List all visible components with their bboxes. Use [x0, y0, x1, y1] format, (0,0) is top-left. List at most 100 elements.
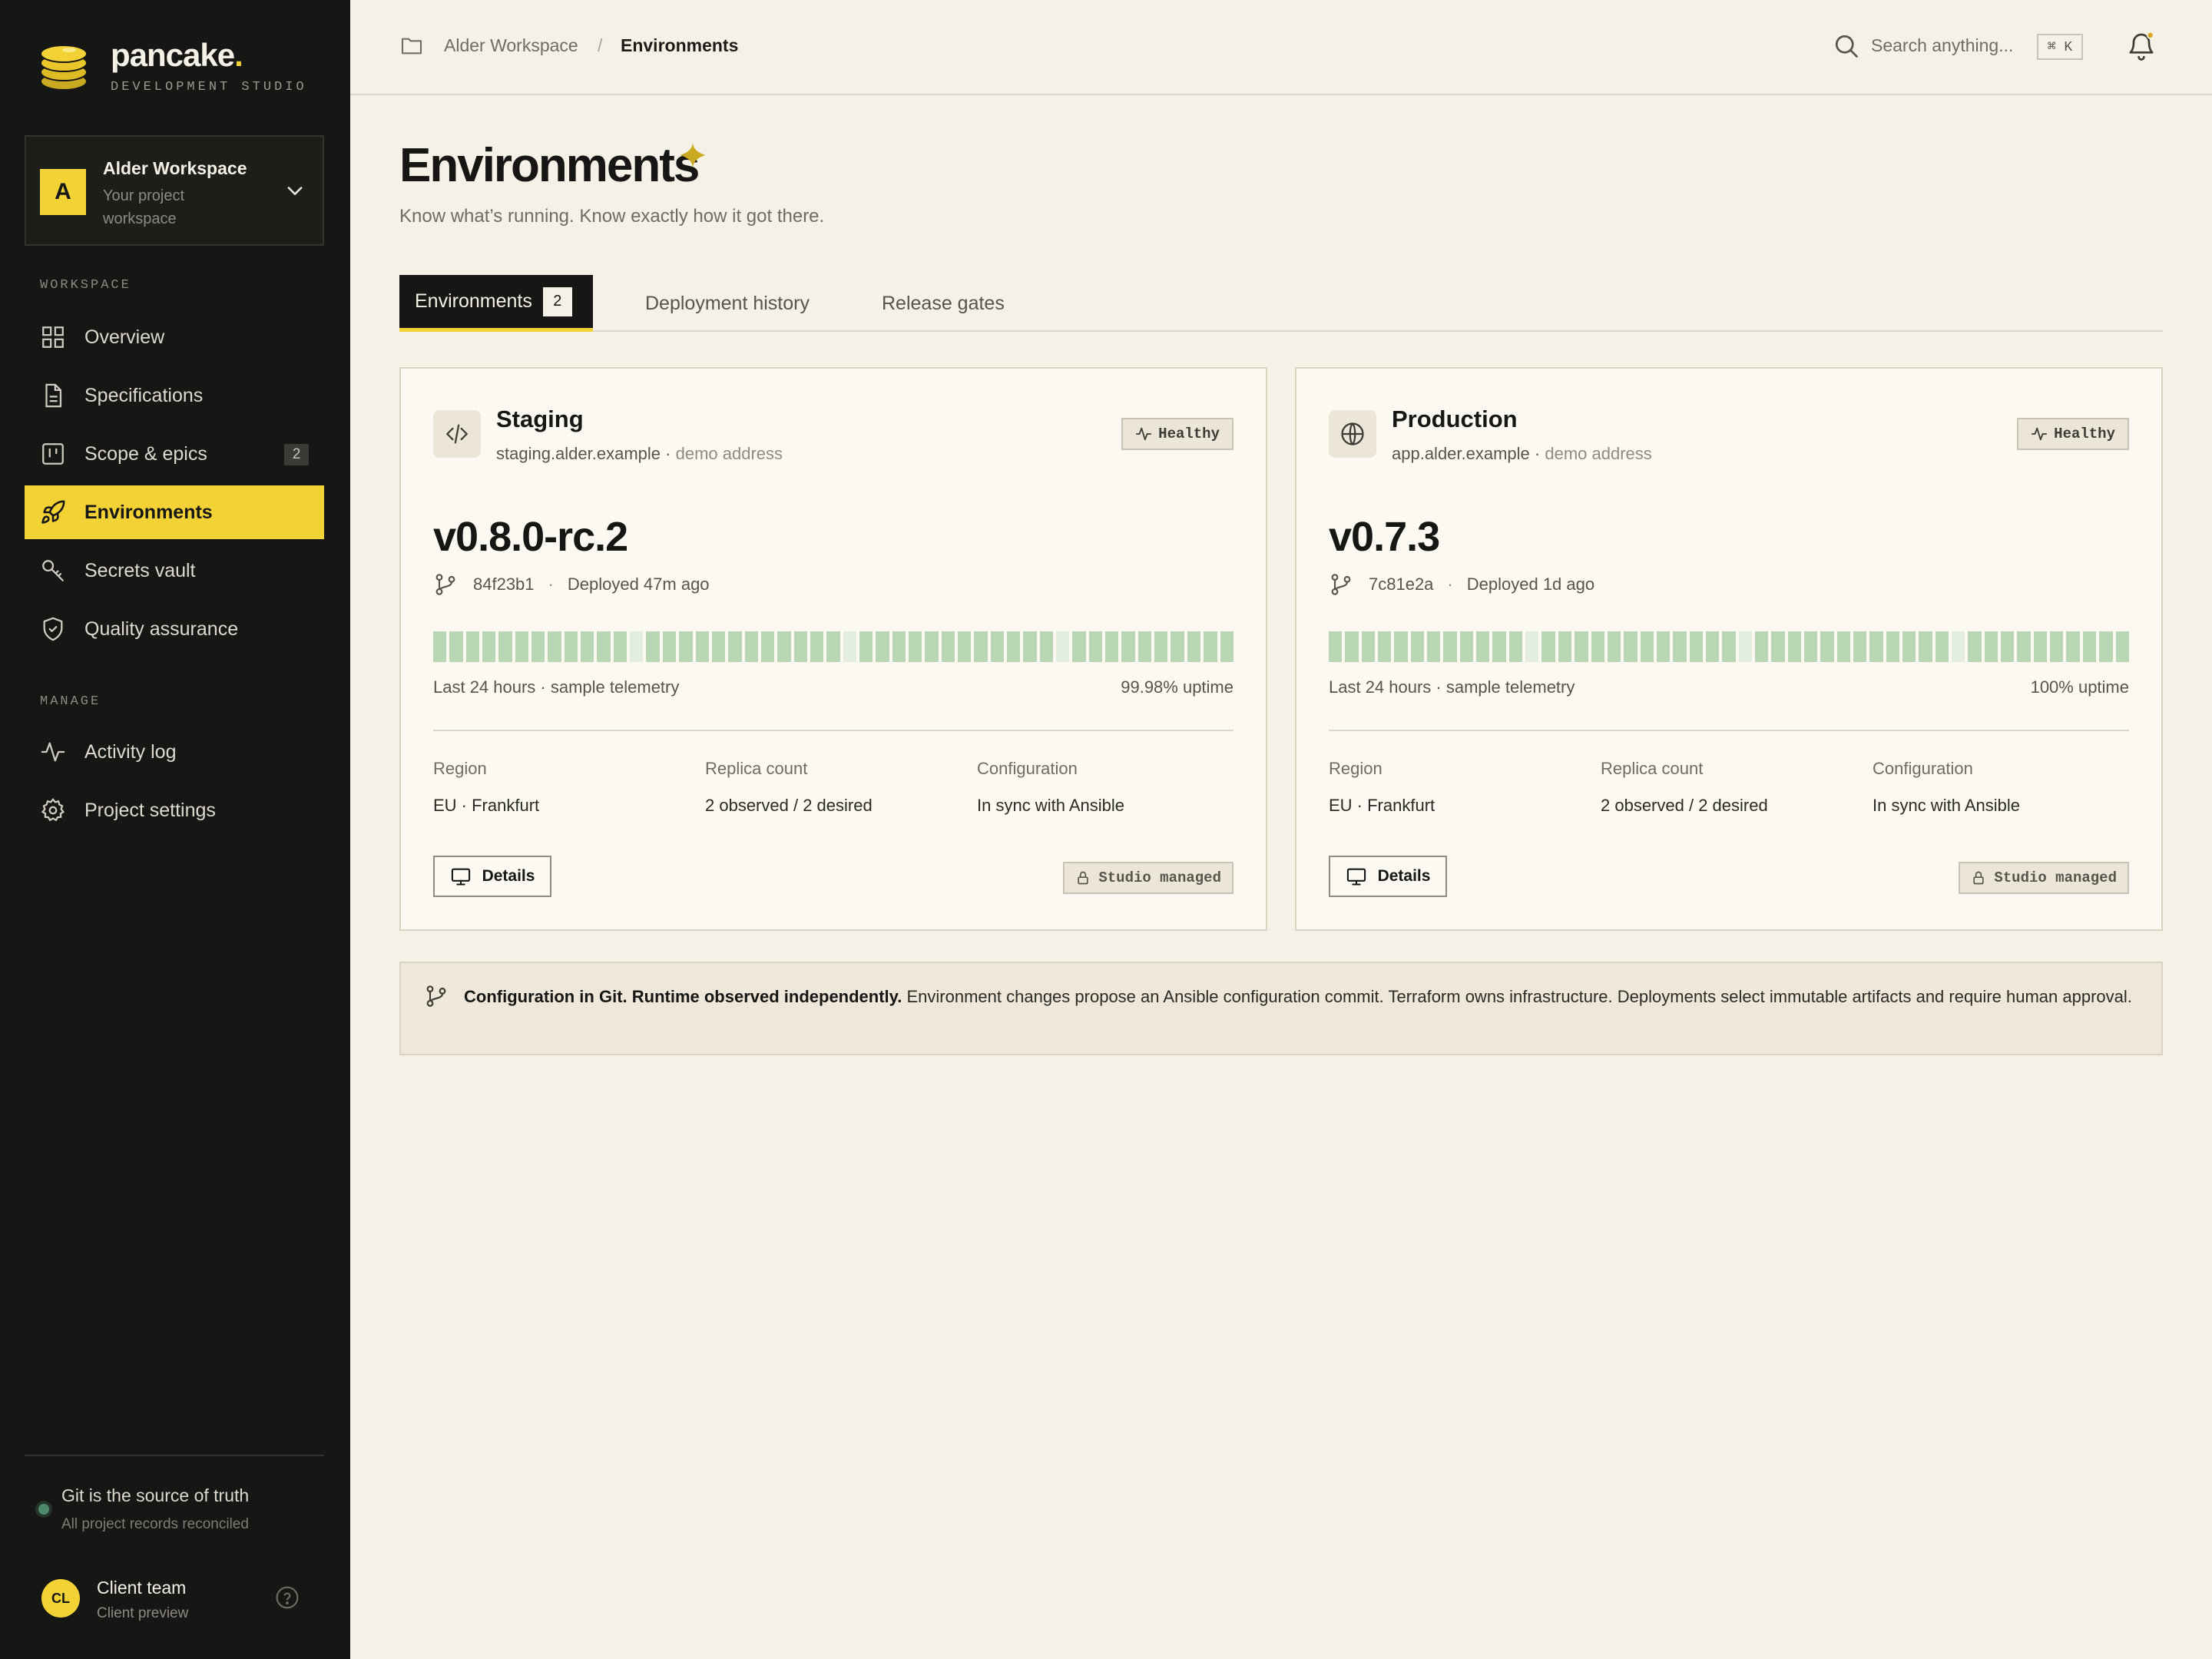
uptime-bar [990, 631, 1005, 662]
uptime-bar [662, 631, 677, 662]
uptime-bar [1137, 631, 1152, 662]
uptime-bar [1935, 631, 1949, 662]
meta-label-replicas: Replica count [705, 759, 808, 778]
sidebar-item-environments[interactable]: Environments [25, 485, 324, 539]
uptime-bar [1771, 631, 1785, 662]
bell-icon[interactable] [2126, 31, 2157, 61]
uptime-bar [1575, 631, 1588, 662]
pulse-icon [2032, 427, 2048, 441]
uptime-bar [859, 631, 873, 662]
meta-label-region: Region [1329, 759, 1382, 778]
sidebar-divider [25, 1455, 324, 1456]
uptime-bar [548, 631, 561, 662]
activity-icon [41, 742, 65, 762]
commit-hash[interactable]: 7c81e2a [1369, 575, 1433, 594]
sidebar-item-label: Overview [84, 326, 165, 348]
gear-icon [41, 798, 65, 822]
details-button[interactable]: Details [1329, 856, 1447, 897]
meta-label-replicas: Replica count [1601, 759, 1704, 778]
uptime-bar [728, 631, 742, 662]
sidebar-item-scope-epics[interactable]: Scope & epics 2 [25, 427, 324, 481]
card-divider [433, 730, 1233, 731]
environment-host: staging.alder.example · demo address [496, 444, 783, 463]
search-icon [1835, 35, 1858, 58]
sidebar-item-secrets-vault[interactable]: Secrets vault [25, 544, 324, 598]
uptime-bar [1329, 631, 1343, 662]
uptime-bar [1624, 631, 1637, 662]
kanban-icon [42, 443, 64, 465]
uptime-bar [1787, 631, 1801, 662]
sidebar-item-specifications[interactable]: Specifications [25, 369, 324, 422]
uptime-bar [465, 631, 480, 662]
sidebar-item-label: Project settings [84, 799, 216, 821]
sidebar-item-label: Specifications [84, 384, 204, 406]
telemetry-label: Last 24 hours · sample telemetry [1329, 677, 1575, 697]
sidebar-item-overview[interactable]: Overview [25, 310, 324, 364]
uptime-bar [1039, 631, 1054, 662]
grid-icon [42, 326, 64, 348]
environment-name: Staging [496, 406, 584, 432]
key-icon [42, 560, 64, 581]
uptime-bar [1056, 631, 1070, 662]
sidebar-item-label: Secrets vault [84, 559, 196, 581]
uptime-bar [1886, 631, 1900, 662]
uptime-bar [679, 631, 693, 662]
uptime-bar [581, 631, 594, 662]
uptime-bar [449, 631, 463, 662]
uptime-bar [1541, 631, 1555, 662]
uptime-bar [1105, 631, 1119, 662]
sidebar-item-activity-log[interactable]: Activity log [25, 725, 324, 779]
environment-card-production: Production app.alder.example · demo addr… [1295, 367, 2163, 931]
tab-environments[interactable]: Environments 2 [399, 275, 593, 332]
deployed-version: v0.8.0-rc.2 [433, 514, 628, 560]
uptime-bar [1836, 631, 1850, 662]
brand-name: pancake. [111, 37, 243, 73]
sidebar-item-project-settings[interactable]: Project settings [25, 783, 324, 837]
uptime-bars [1329, 631, 2129, 662]
folder-icon [401, 38, 422, 55]
nav-section-manage: MANAGE [40, 694, 101, 709]
workspace-name: Alder Workspace [103, 158, 247, 178]
git-branch-icon [435, 574, 455, 595]
uptime-bar [1072, 631, 1086, 662]
meta-value-replicas: 2 observed / 2 desired [1601, 796, 1768, 815]
uptime-bar [2033, 631, 2048, 662]
details-button[interactable]: Details [433, 856, 551, 897]
tab-deployment-history[interactable]: Deployment history [645, 275, 810, 332]
lock-icon [1078, 871, 1089, 885]
uptime-bar [2099, 631, 2113, 662]
uptime-bar [1853, 631, 1867, 662]
sidebar-item-label: Quality assurance [84, 618, 239, 640]
tab-release-gates[interactable]: Release gates [882, 275, 1005, 332]
commit-hash[interactable]: 84f23b1 [473, 575, 535, 594]
git-branch-icon [1331, 574, 1351, 595]
page-subtitle: Know what’s running. Know exactly how it… [399, 206, 825, 227]
sidebar-item-quality-assurance[interactable]: Quality assurance [25, 602, 324, 656]
uptime-bar [1427, 631, 1441, 662]
uptime-bar [1443, 631, 1457, 662]
uptime-bar [1345, 631, 1359, 662]
uptime-bar [760, 631, 775, 662]
uptime-value: 100% uptime [2030, 677, 2129, 697]
user-avatar[interactable]: CL [41, 1579, 80, 1618]
git-branch-icon [426, 985, 446, 1007]
uptime-bar [974, 631, 988, 662]
uptime-bar [695, 631, 709, 662]
uptime-bar [1204, 631, 1217, 662]
breadcrumb-workspace[interactable]: Alder Workspace [444, 35, 578, 56]
uptime-bar [1088, 631, 1103, 662]
uptime-bar [2001, 631, 2015, 662]
brand[interactable]: pancake. DEVELOPMENT STUDIO [38, 35, 315, 97]
uptime-bar [531, 631, 545, 662]
tab-bar: Environments 2 Deployment history Releas… [399, 275, 2163, 332]
uptime-bar [941, 631, 955, 662]
shield-check-icon [43, 617, 63, 641]
uptime-bar [1492, 631, 1506, 662]
help-icon[interactable] [275, 1585, 300, 1610]
tab-count-badge: 2 [542, 286, 572, 316]
managed-badge: Studio managed [1959, 862, 2129, 894]
workspace-switcher[interactable]: A Alder Workspace Your project workspace [25, 135, 324, 246]
managed-badge: Studio managed [1063, 862, 1233, 894]
tab-label: Release gates [882, 292, 1005, 314]
search-input[interactable] [1871, 28, 2040, 63]
